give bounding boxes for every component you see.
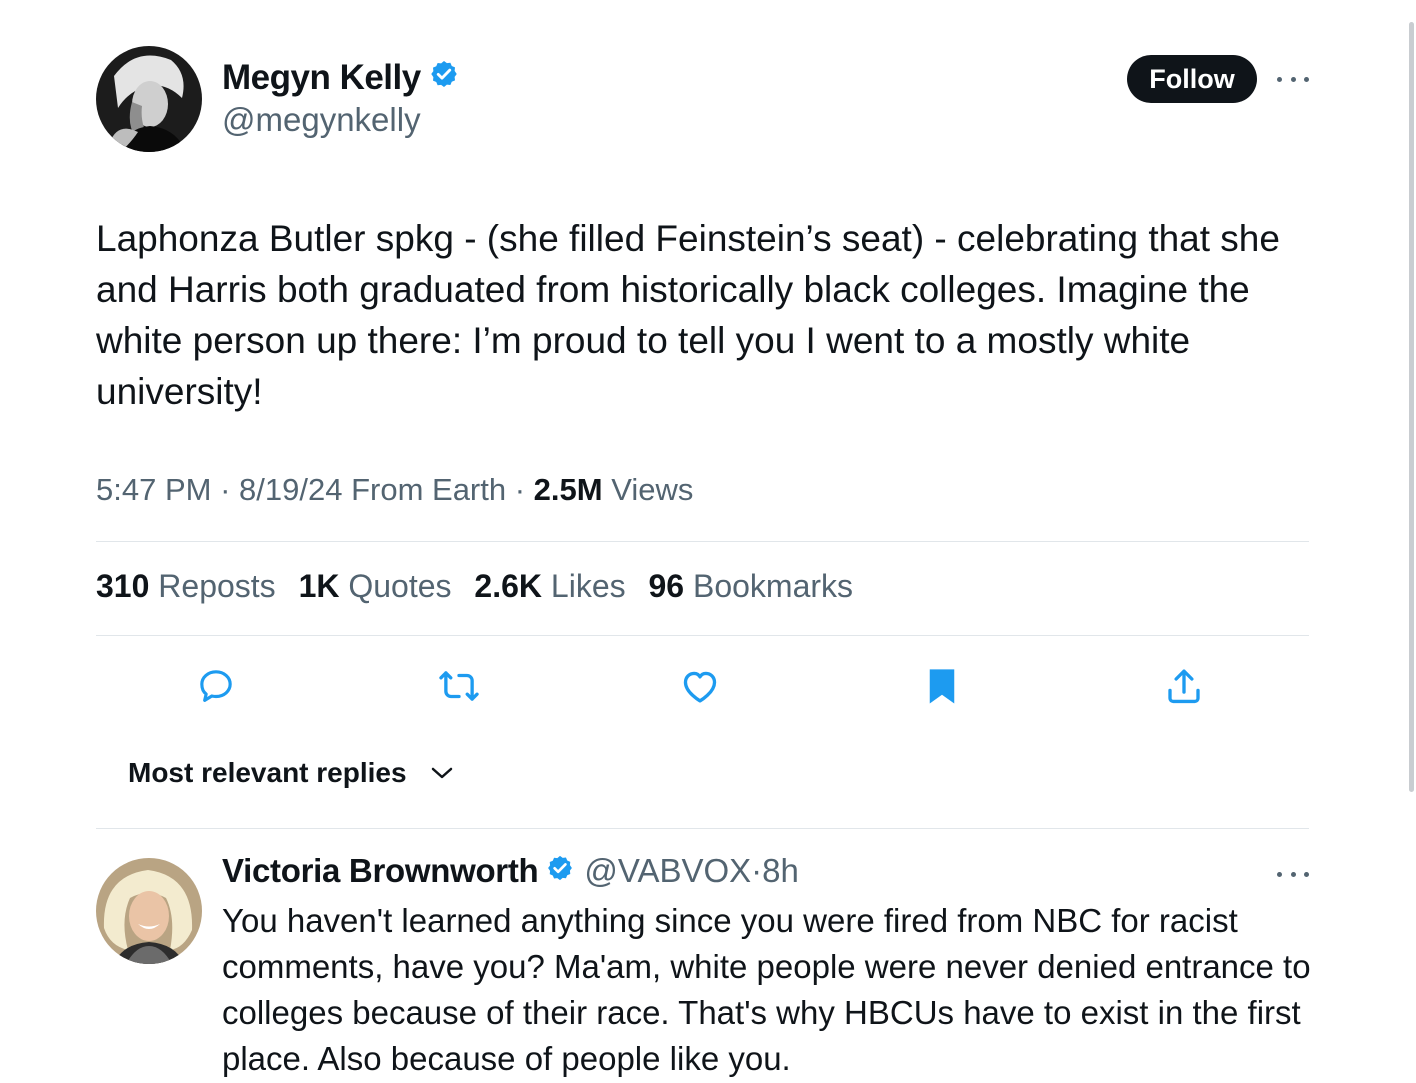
- reply-author-avatar[interactable]: [96, 858, 202, 964]
- bookmarks-stat[interactable]: 96 Bookmarks: [649, 568, 854, 604]
- like-icon: [683, 671, 717, 703]
- author-name-text[interactable]: Megyn Kelly: [222, 58, 421, 98]
- author-avatar[interactable]: [96, 46, 202, 152]
- page-scrollbar[interactable]: [1409, 22, 1414, 792]
- share-icon: [1168, 669, 1200, 704]
- views-count: 2.5M: [533, 472, 603, 507]
- tweet-date[interactable]: 8/19/24: [239, 472, 342, 507]
- author-handle[interactable]: @megynkelly: [222, 101, 421, 139]
- verified-badge-icon: [429, 58, 459, 98]
- replies-sort-dropdown[interactable]: Most relevant replies: [128, 757, 455, 789]
- follow-button[interactable]: Follow: [1127, 55, 1257, 103]
- divider: [96, 828, 1309, 829]
- bookmark-icon: [929, 669, 955, 704]
- divider: [96, 635, 1309, 636]
- engagement-stats: 310 Reposts 1K Quotes 2.6K Likes 96 Book…: [96, 568, 867, 605]
- views-label: Views: [611, 472, 694, 507]
- tweet-time[interactable]: 5:47 PM: [96, 472, 211, 507]
- author-name[interactable]: Megyn Kelly: [222, 58, 459, 98]
- likes-stat[interactable]: 2.6K Likes: [474, 568, 625, 604]
- reply-header: Victoria Brownworth @VABVOX·8h: [222, 852, 799, 890]
- share-button[interactable]: [1162, 664, 1206, 708]
- replies-sort-label: Most relevant replies: [128, 757, 407, 788]
- reply-icon: [200, 670, 232, 702]
- reply-text: You haven't learned anything since you w…: [222, 902, 1311, 1077]
- repost-button[interactable]: [437, 664, 481, 708]
- tweet-text: Laphonza Butler spkg - (she filled Feins…: [96, 218, 1280, 412]
- divider: [96, 541, 1309, 542]
- like-button[interactable]: [678, 664, 722, 708]
- reply-author-name[interactable]: Victoria Brownworth: [222, 852, 539, 890]
- reply-button[interactable]: [194, 664, 238, 708]
- tweet-source: From Earth: [351, 472, 507, 507]
- reply-more-options-icon[interactable]: [1277, 869, 1309, 879]
- reposts-stat[interactable]: 310 Reposts: [96, 568, 276, 604]
- reply-age: 8h: [762, 852, 799, 889]
- more-options-icon[interactable]: [1277, 74, 1309, 84]
- chevron-down-icon: [431, 767, 452, 779]
- bookmark-button[interactable]: [920, 664, 964, 708]
- repost-icon: [439, 671, 479, 701]
- tweet-meta: 5:47 PM · 8/19/24 From Earth · 2.5M View…: [96, 472, 694, 507]
- quotes-stat[interactable]: 1K Quotes: [299, 568, 452, 604]
- reply-author-handle[interactable]: @VABVOX·8h: [584, 852, 799, 890]
- verified-badge-icon: [546, 852, 574, 890]
